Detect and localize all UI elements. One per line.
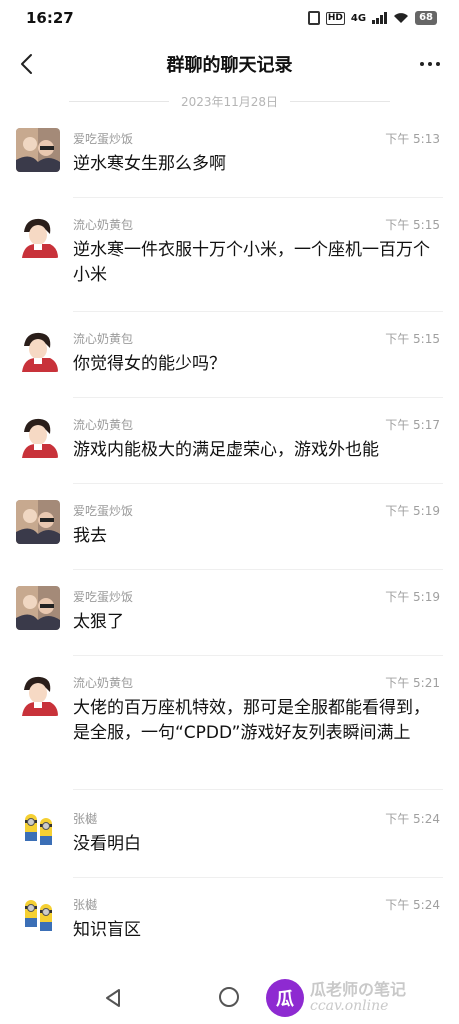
message-time: 下午 5:21	[385, 676, 440, 690]
anime-avatar[interactable]	[16, 414, 60, 458]
watermark-url: ccav.online	[310, 998, 389, 1014]
photo-avatar[interactable]	[16, 586, 60, 630]
date-label: 2023年11月28日	[180, 95, 279, 109]
back-button[interactable]	[12, 48, 40, 80]
sender-name: 爱吃蛋炒饭	[73, 132, 134, 146]
message-time: 下午 5:13	[385, 132, 440, 146]
message-item[interactable]: 张樾 下午 5:24 知识盲区	[0, 894, 459, 966]
divider	[73, 197, 443, 198]
sender-name: 流心奶黄包	[73, 332, 134, 346]
message-text: 太狠了	[73, 612, 124, 632]
vibrate-icon	[307, 11, 320, 25]
minion-avatar[interactable]	[16, 894, 60, 938]
status-bar: 16:27 HD 4G 68	[0, 0, 459, 36]
message-item[interactable]: 流心奶黄包 下午 5:17 游戏内能极大的满足虚荣心，游戏外也能	[0, 414, 459, 486]
message-item[interactable]: 爱吃蛋炒饭 下午 5:13 逆水寒女生那么多啊	[0, 128, 459, 200]
sender-name: 流心奶黄包	[73, 218, 134, 232]
message-text: 我去	[73, 526, 107, 546]
message-item[interactable]: 流心奶黄包 下午 5:21 大佬的百万座机特效，那可是全服都能看得到，是全服，一…	[0, 672, 459, 792]
message-item[interactable]: 流心奶黄包 下午 5:15 你觉得女的能少吗？	[0, 328, 459, 400]
sender-name: 张樾	[73, 812, 98, 826]
header: 群聊的聊天记录	[0, 40, 459, 88]
chevron-left-icon	[21, 54, 32, 74]
message-time: 下午 5:15	[385, 332, 440, 346]
more-options-button[interactable]	[415, 50, 445, 78]
watermark: 瓜 瓜老师の笔记 ccav.online	[266, 978, 406, 1018]
divider	[73, 483, 443, 484]
message-item[interactable]: 张樾 下午 5:24 没看明白	[0, 808, 459, 880]
message-text: 大佬的百万座机特效，那可是全服都能看得到，是全服，一句“CPDD”游戏好友列表瞬…	[73, 698, 430, 743]
photo-avatar[interactable]	[16, 500, 60, 544]
status-icons: HD 4G 68	[307, 11, 437, 25]
message-text: 逆水寒一件衣服十万个小米，一个座机一百万个小米	[73, 240, 430, 285]
system-nav-bar: 瓜 瓜老师の笔记 ccav.online	[0, 972, 459, 1024]
sender-name: 爱吃蛋炒饭	[73, 590, 134, 604]
message-time: 下午 5:17	[385, 418, 440, 432]
watermark-title: 瓜老师の笔记	[310, 980, 407, 999]
divider	[73, 789, 443, 790]
sender-name: 张樾	[73, 898, 98, 912]
sender-name: 流心奶黄包	[73, 418, 134, 432]
message-text: 你觉得女的能少吗？	[73, 354, 226, 374]
message-time: 下午 5:19	[385, 590, 440, 604]
message-text: 游戏内能极大的满足虚荣心，游戏外也能	[73, 440, 379, 460]
network-label: 4G	[350, 12, 367, 24]
status-time: 16:27	[26, 9, 74, 27]
wifi-icon	[393, 12, 409, 24]
divider	[73, 877, 443, 878]
message-time: 下午 5:15	[385, 218, 440, 232]
more-dots-icon	[420, 62, 424, 66]
signal-icon	[372, 12, 388, 24]
sender-name: 爱吃蛋炒饭	[73, 504, 134, 518]
message-time: 下午 5:19	[385, 504, 440, 518]
page-title: 群聊的聊天记录	[166, 55, 293, 76]
message-text: 没看明白	[73, 834, 141, 854]
anime-avatar[interactable]	[16, 214, 60, 258]
message-time: 下午 5:24	[385, 898, 440, 912]
nav-back-button[interactable]	[104, 988, 122, 1012]
triangle-back-icon	[106, 989, 120, 1007]
date-separator: 2023年11月28日	[0, 93, 459, 110]
message-text: 逆水寒女生那么多啊	[73, 154, 226, 174]
divider	[73, 311, 443, 312]
anime-avatar[interactable]	[16, 328, 60, 372]
photo-avatar[interactable]	[16, 128, 60, 172]
sender-name: 流心奶黄包	[73, 676, 134, 690]
message-item[interactable]: 爱吃蛋炒饭 下午 5:19 太狠了	[0, 586, 459, 658]
divider	[73, 569, 443, 570]
anime-avatar[interactable]	[16, 672, 60, 716]
message-time: 下午 5:24	[385, 812, 440, 826]
message-item[interactable]: 流心奶黄包 下午 5:15 逆水寒一件衣服十万个小米，一个座机一百万个小米	[0, 214, 459, 314]
message-text: 知识盲区	[73, 920, 141, 940]
hd-icon: HD	[325, 11, 345, 25]
message-item[interactable]: 爱吃蛋炒饭 下午 5:19 我去	[0, 500, 459, 572]
divider	[73, 397, 443, 398]
nav-home-button[interactable]	[219, 987, 239, 1007]
battery-icon: 68	[415, 11, 437, 25]
divider	[73, 655, 443, 656]
minion-avatar[interactable]	[16, 808, 60, 852]
watermark-logo: 瓜	[266, 979, 304, 1017]
